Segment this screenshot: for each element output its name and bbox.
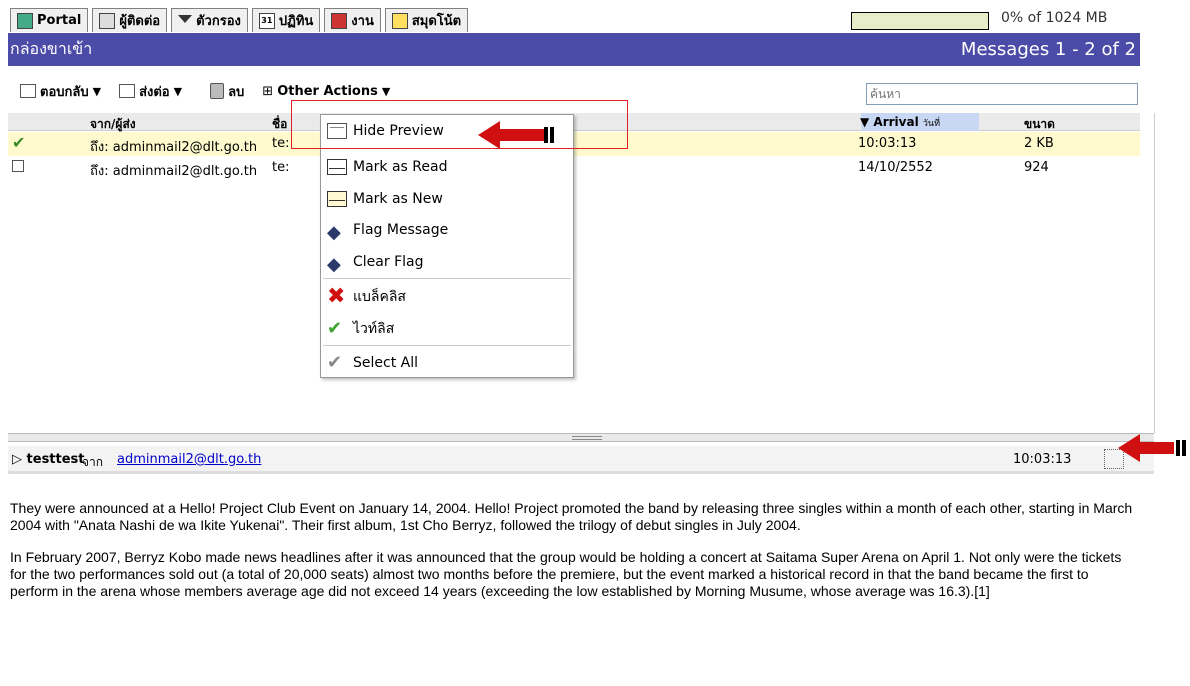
preview-time: 10:03:13 [1013,452,1072,467]
pointer-arrow-icon [1118,434,1190,462]
filter-icon [178,13,193,29]
quota-text: 0% of 1024 MB [1001,10,1108,26]
new-mail-icon [327,191,347,207]
column-arrival[interactable]: ▼ Arrival วันที่ [860,115,940,130]
chevron-down-icon: ▼ [381,84,391,98]
menu-item-mark-read[interactable]: Mark as Read [327,153,447,181]
other-actions-button[interactable]: ⊞ Other Actions ▼ [262,84,390,99]
chevron-down-icon[interactable]: ▼ [174,85,182,98]
tab-contacts[interactable]: ผู้ติดต่อ [92,8,168,32]
reply-icon [20,84,36,98]
delete-button[interactable]: ลบ [210,81,244,102]
flag-icon: ◆ [327,222,341,243]
preview-subject[interactable]: ▷ testtest [12,452,85,467]
blacklist-icon: ✖ [327,284,346,309]
trash-icon [210,83,225,99]
preview-from-link[interactable]: adminmail2@dlt.go.th [117,452,261,467]
menu-item-whitelist[interactable]: ✔ ไวท์ลิส [327,315,394,343]
menu-item-select-all[interactable]: ✔ Select All [327,349,418,377]
tab-portal[interactable]: Portal [10,8,89,32]
calendar-icon: 31 [258,12,275,29]
reply-button[interactable]: ตอบกลับ ▼ [20,81,101,102]
portal-icon [17,12,33,29]
body-paragraph: In February 2007, Berryz Kobo made news … [10,549,1122,599]
whitelist-icon: ✔ [327,318,343,339]
menu-separator [323,278,571,279]
clear-flag-icon: ◆ [327,254,341,275]
contacts-icon [99,12,116,29]
quota-bar [851,12,989,30]
pointer-arrow-icon [478,121,560,149]
menu-item-flag[interactable]: ◆ Flag Message [327,216,448,244]
chevron-down-icon[interactable]: ▼ [93,85,101,98]
folder-titlebar: กล่องขาเข้า Messages 1 - 2 of 2 [8,33,1140,66]
menu-separator [323,345,571,346]
read-mail-icon [327,159,347,175]
other-actions-menu: Hide Preview Mark as Read Mark as New ◆ … [320,114,574,378]
folder-name: กล่องขาเข้า [10,39,93,58]
select-all-icon: ✔ [327,352,343,373]
preview-from-label: จาก [82,455,104,469]
menu-item-clear-flag[interactable]: ◆ Clear Flag [327,248,423,276]
tab-filters[interactable]: ตัวกรอง [171,8,248,32]
app-tabs: Portal ผู้ติดต่อ ตัวกรอง 31 ปฏิทิน งาน ส… [10,8,469,32]
pane-splitter[interactable] [8,433,1154,442]
checkbox-checked-icon[interactable]: ✔ [12,133,25,152]
message-range: Messages 1 - 2 of 2 [960,39,1136,60]
checkbox[interactable] [12,160,24,172]
menu-item-mark-new[interactable]: Mark as New [327,185,443,213]
tab-tasks[interactable]: งาน [324,8,381,32]
splitter-grip[interactable] [572,436,602,440]
message-body: They were announced at a Hello! Project … [10,500,1140,615]
highlight-box [291,100,628,149]
menu-item-blacklist[interactable]: ✖ แบล็คลิส [327,283,406,311]
table-row[interactable]: ถึง: adminmail2@dlt.go.th te: 14/10/2552… [8,156,1140,180]
expand-icon: ⊞ [262,83,274,99]
preview-header: ▷ testtest จาก adminmail2@dlt.go.th 10:0… [8,446,1154,474]
search-input[interactable] [866,83,1138,105]
task-icon [331,12,348,29]
tab-notes[interactable]: สมุดโน้ต [384,8,469,32]
body-paragraph: They were announced at a Hello! Project … [10,500,1133,533]
forward-icon [119,84,136,98]
tab-calendar[interactable]: 31 ปฏิทิน [251,8,321,32]
list-border [1154,113,1155,433]
notes-icon [391,12,408,29]
forward-button[interactable]: ส่งต่อ ▼ [119,81,182,102]
